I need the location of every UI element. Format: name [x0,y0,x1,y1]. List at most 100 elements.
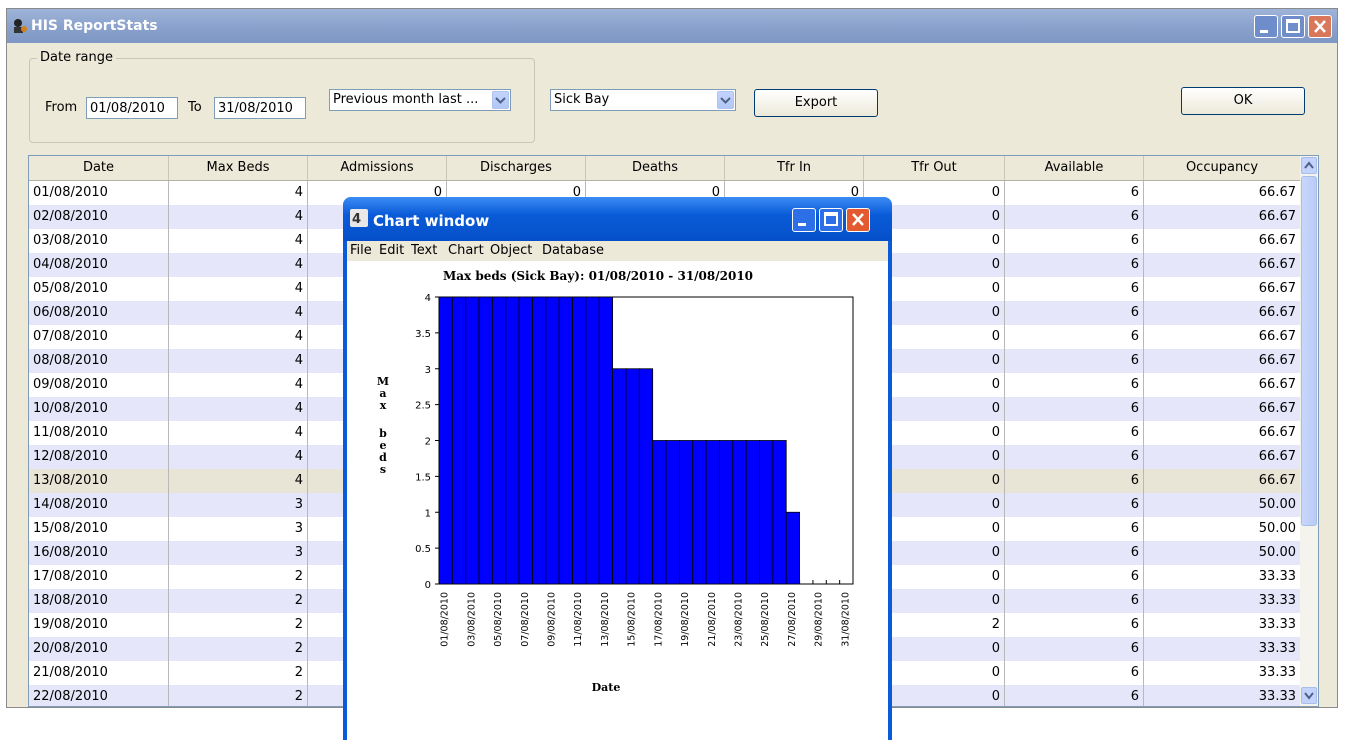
main-titlebar[interactable]: HIS ReportStats [7,9,1337,43]
bar [612,368,627,585]
cell-occupancy: 33.33 [1144,565,1301,589]
x-tick-label: 15/08/2010 [627,592,638,647]
cell-occupancy: 66.67 [1144,229,1301,253]
cell-occupancy: 66.67 [1144,469,1301,493]
to-date-input[interactable] [214,97,306,119]
max-beds-chart: Max beds (Sick Bay): 01/08/2010 - 31/08/… [377,269,854,694]
cell-max-beds: 3 [169,493,308,517]
bar [652,440,667,585]
bar [492,296,507,585]
close-button[interactable] [1308,15,1332,38]
vertical-scrollbar[interactable] [1300,156,1318,706]
scroll-up-button[interactable] [1301,157,1317,174]
x-tick-label: 21/08/2010 [707,592,718,647]
cell-max-beds: 4 [169,421,308,445]
bar [678,440,694,585]
cell-occupancy: 66.67 [1144,445,1301,469]
bar [598,296,614,585]
4d-logo-icon: 4 [350,209,368,227]
column-header-available[interactable]: Available [1005,156,1144,180]
y-tick-label: 2 [425,437,431,448]
x-tick-label: 01/08/2010 [440,592,451,647]
chart-close-button[interactable] [846,208,870,232]
cell-max-beds: 3 [169,541,308,565]
column-header-discharges[interactable]: Discharges [447,156,586,180]
svg-text:4: 4 [352,212,361,227]
cell-occupancy: 66.67 [1144,325,1301,349]
x-tick-label: 11/08/2010 [573,592,584,647]
chart-title: Max beds (Sick Bay): 01/08/2010 - 31/08/… [443,269,753,283]
cell-max-beds: 2 [169,685,308,706]
y-axis-label-char: x [380,399,387,412]
ok-button[interactable]: OK [1181,87,1305,115]
x-tick-label: 17/08/2010 [653,592,664,647]
menu-edit[interactable]: Edit [379,243,404,258]
cell-occupancy: 33.33 [1144,637,1301,661]
bar [451,296,467,585]
x-tick-label: 23/08/2010 [733,592,744,647]
cell-date: 06/08/2010 [29,301,169,325]
cell-max-beds: 2 [169,637,308,661]
chevron-down-icon[interactable] [717,91,734,109]
cell-max-beds: 2 [169,589,308,613]
cell-occupancy: 50.00 [1144,493,1301,517]
column-header-tfr-out[interactable]: Tfr Out [864,156,1005,180]
bar [465,296,480,585]
cell-available: 6 [1005,589,1144,613]
cell-date: 05/08/2010 [29,277,169,301]
x-tick-label: 07/08/2010 [520,592,531,647]
chart-maximize-button[interactable] [819,208,843,232]
cell-available: 6 [1005,325,1144,349]
x-tick-label: 27/08/2010 [787,592,798,647]
cell-occupancy: 66.67 [1144,253,1301,277]
cell-date: 10/08/2010 [29,397,169,421]
period-value: Previous month last ... [333,92,479,107]
cell-date: 08/08/2010 [29,349,169,373]
ward-dropdown[interactable]: Sick Bay [550,89,736,111]
cell-available: 6 [1005,397,1144,421]
cell-max-beds: 4 [169,325,308,349]
cell-max-beds: 4 [169,301,308,325]
scroll-down-button[interactable] [1301,687,1317,704]
cell-occupancy: 33.33 [1144,685,1301,706]
y-tick-label: 1 [425,508,431,519]
cell-date: 04/08/2010 [29,253,169,277]
bar [785,511,800,585]
menu-database[interactable]: Database [542,243,604,258]
menu-object[interactable]: Object [490,243,532,258]
column-header-deaths[interactable]: Deaths [586,156,725,180]
menu-text[interactable]: Text [411,243,437,258]
cell-date: 03/08/2010 [29,229,169,253]
maximize-button[interactable] [1281,15,1305,38]
cell-date: 21/08/2010 [29,661,169,685]
chart-minimize-button[interactable] [792,208,816,232]
column-header-date[interactable]: Date [29,156,169,180]
cell-available: 6 [1005,445,1144,469]
y-tick-label: 3 [425,365,431,376]
column-header-tfr-in[interactable]: Tfr In [725,156,864,180]
from-label: From [45,100,78,115]
column-header-occupancy[interactable]: Occupancy [1144,156,1301,180]
cell-occupancy: 33.33 [1144,589,1301,613]
close-icon [1314,20,1326,33]
maximize-icon [824,212,838,226]
export-button[interactable]: Export [754,89,878,117]
cell-available: 6 [1005,277,1144,301]
menu-file[interactable]: File [350,243,372,258]
period-dropdown[interactable]: Previous month last ... [329,89,511,111]
column-header-max-beds[interactable]: Max Beds [169,156,308,180]
from-date-input[interactable] [86,97,178,119]
cell-date: 14/08/2010 [29,493,169,517]
column-header-admissions[interactable]: Admissions [308,156,447,180]
cell-max-beds: 4 [169,181,308,205]
bar [478,296,493,585]
bar [665,440,680,585]
cell-occupancy: 50.00 [1144,517,1301,541]
menu-chart[interactable]: Chart [448,243,484,258]
x-tick-label: 19/08/2010 [680,592,691,647]
cell-occupancy: 66.67 [1144,301,1301,325]
chart-titlebar[interactable]: 4 Chart window [343,197,892,241]
minimize-button[interactable] [1254,15,1278,38]
scroll-thumb[interactable] [1301,176,1317,526]
chevron-down-icon[interactable] [492,91,509,109]
